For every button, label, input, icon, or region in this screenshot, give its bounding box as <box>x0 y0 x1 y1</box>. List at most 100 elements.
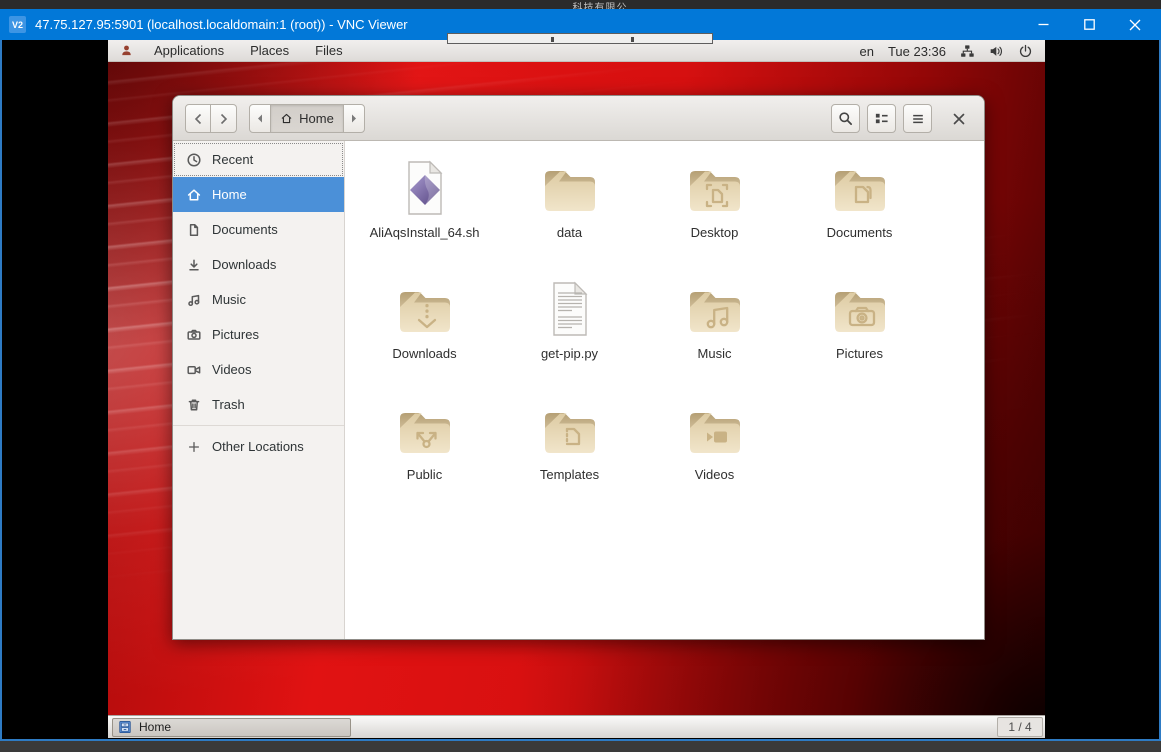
minimize-button[interactable] <box>1020 9 1066 40</box>
back-button[interactable] <box>185 104 211 133</box>
file-name-label: Desktop <box>691 225 739 240</box>
minimize-icon <box>1038 19 1049 30</box>
top-bar-menu-places[interactable]: Places <box>250 43 289 58</box>
path-bar: Home <box>249 104 365 133</box>
vnc-window-title: 47.75.127.95:5901 (localhost.localdomain… <box>35 17 408 32</box>
file-name-label: Downloads <box>392 346 456 361</box>
vnc-client-area: Applications Places Files en Tue 23:36 <box>0 40 1161 741</box>
sidebar-item-label: Home <box>212 187 247 202</box>
sidebar-item-downloads[interactable]: Downloads <box>173 247 344 282</box>
file-name-label: Music <box>698 346 732 361</box>
desktop-background-strip <box>0 741 1161 752</box>
taskbar-window-button[interactable]: Home <box>112 718 351 737</box>
volume-icon[interactable] <box>989 44 1004 59</box>
view-toggle-button[interactable] <box>867 104 896 133</box>
sidebar-item-other-locations[interactable]: Other Locations <box>173 429 344 464</box>
file-item-aliaqsinstall-64-sh[interactable]: AliAqsInstall_64.sh <box>352 156 497 277</box>
files-window: Home <box>172 95 985 640</box>
file-item-public[interactable]: Public <box>352 398 497 519</box>
file-item-music[interactable]: Music <box>642 277 787 398</box>
keyboard-layout[interactable]: en <box>859 44 873 59</box>
breadcrumb-home[interactable]: Home <box>271 104 343 133</box>
forward-icon <box>219 113 228 125</box>
file-cabinet-icon <box>118 720 132 734</box>
sidebar-item-recent[interactable]: Recent <box>173 142 344 177</box>
path-scroll-right-button[interactable] <box>343 104 365 133</box>
sidebar-item-documents[interactable]: Documents <box>173 212 344 247</box>
trash-icon <box>186 397 202 413</box>
file-item-documents[interactable]: Documents <box>787 156 932 277</box>
hamburger-icon <box>911 112 925 126</box>
sidebar-item-trash[interactable]: Trash <box>173 387 344 422</box>
window-close-icon <box>953 113 965 125</box>
file-item-desktop[interactable]: Desktop <box>642 156 787 277</box>
distro-icon <box>120 44 133 57</box>
other-icon <box>186 439 202 455</box>
sidebar-item-videos[interactable]: Videos <box>173 352 344 387</box>
sidebar-item-label: Videos <box>212 362 252 377</box>
file-item-templates[interactable]: Templates <box>497 398 642 519</box>
close-button[interactable] <box>1112 9 1158 40</box>
search-icon <box>838 111 853 126</box>
workspace-pager[interactable]: 1 / 4 <box>997 717 1043 737</box>
text-file-icon <box>538 277 602 341</box>
clock[interactable]: Tue 23:36 <box>888 44 946 59</box>
sidebar-item-label: Trash <box>212 397 245 412</box>
file-item-get-pip-py[interactable]: get-pip.py <box>497 277 642 398</box>
vnc-logo-icon: V2 <box>9 16 26 33</box>
home-icon <box>186 187 202 203</box>
folder-pictures-icon <box>828 277 892 341</box>
sidebar-item-label: Downloads <box>212 257 276 272</box>
folder-icon <box>538 156 602 220</box>
file-name-label: Pictures <box>836 346 883 361</box>
menu-button[interactable] <box>903 104 932 133</box>
taskbar-window-label: Home <box>139 720 171 734</box>
sidebar-item-music[interactable]: Music <box>173 282 344 317</box>
pictures-icon <box>186 327 202 343</box>
triangle-right-icon <box>351 114 357 123</box>
downloads-icon <box>186 257 202 273</box>
file-name-label: Templates <box>540 467 599 482</box>
file-item-pictures[interactable]: Pictures <box>787 277 932 398</box>
file-name-label: Public <box>407 467 442 482</box>
view-list-icon <box>874 111 889 126</box>
files-toolbar: Home <box>173 96 984 141</box>
file-pane: AliAqsInstall_64.shdata Desktop Documents D… <box>345 141 984 639</box>
vnc-viewer-window: 科技有限公... V2 47.75.127.95:5901 (localhost… <box>0 0 1161 752</box>
file-name-label: get-pip.py <box>541 346 598 361</box>
file-item-downloads[interactable]: Downloads <box>352 277 497 398</box>
music-icon <box>186 292 202 308</box>
folder-music-icon <box>683 277 747 341</box>
videos-icon <box>186 362 202 378</box>
network-icon[interactable] <box>960 44 975 59</box>
file-item-videos[interactable]: Videos <box>642 398 787 519</box>
files-sidebar: Recent Home Documents Downloads Music Picture… <box>173 141 345 639</box>
close-icon <box>1129 19 1141 31</box>
sidebar-separator <box>173 425 344 426</box>
sidebar-item-pictures[interactable]: Pictures <box>173 317 344 352</box>
vnc-toolbar-peek[interactable] <box>447 33 713 44</box>
background-app-strip: 科技有限公... <box>0 0 1161 9</box>
forward-button[interactable] <box>211 104 237 133</box>
top-bar-menu-files[interactable]: Files <box>315 43 342 58</box>
back-icon <box>194 113 203 125</box>
file-name-label: data <box>557 225 582 240</box>
folder-desktop-icon <box>683 156 747 220</box>
sidebar-item-home[interactable]: Home <box>173 177 344 212</box>
sidebar-item-label: Music <box>212 292 246 307</box>
power-icon[interactable] <box>1018 44 1033 59</box>
documents-icon <box>186 222 202 238</box>
folder-documents-icon <box>828 156 892 220</box>
window-close-button[interactable] <box>946 104 972 133</box>
home-icon <box>280 112 293 125</box>
recent-icon <box>186 152 202 168</box>
sidebar-item-label: Recent <box>212 152 253 167</box>
background-app-title: 科技有限公... <box>573 0 639 9</box>
window-list-taskbar: Home 1 / 4 <box>108 715 1045 738</box>
search-button[interactable] <box>831 104 860 133</box>
folder-templates-icon <box>538 398 602 462</box>
file-item-data[interactable]: data <box>497 156 642 277</box>
path-scroll-left-button[interactable] <box>249 104 271 133</box>
maximize-button[interactable] <box>1066 9 1112 40</box>
top-bar-menu-applications[interactable]: Applications <box>154 43 224 58</box>
